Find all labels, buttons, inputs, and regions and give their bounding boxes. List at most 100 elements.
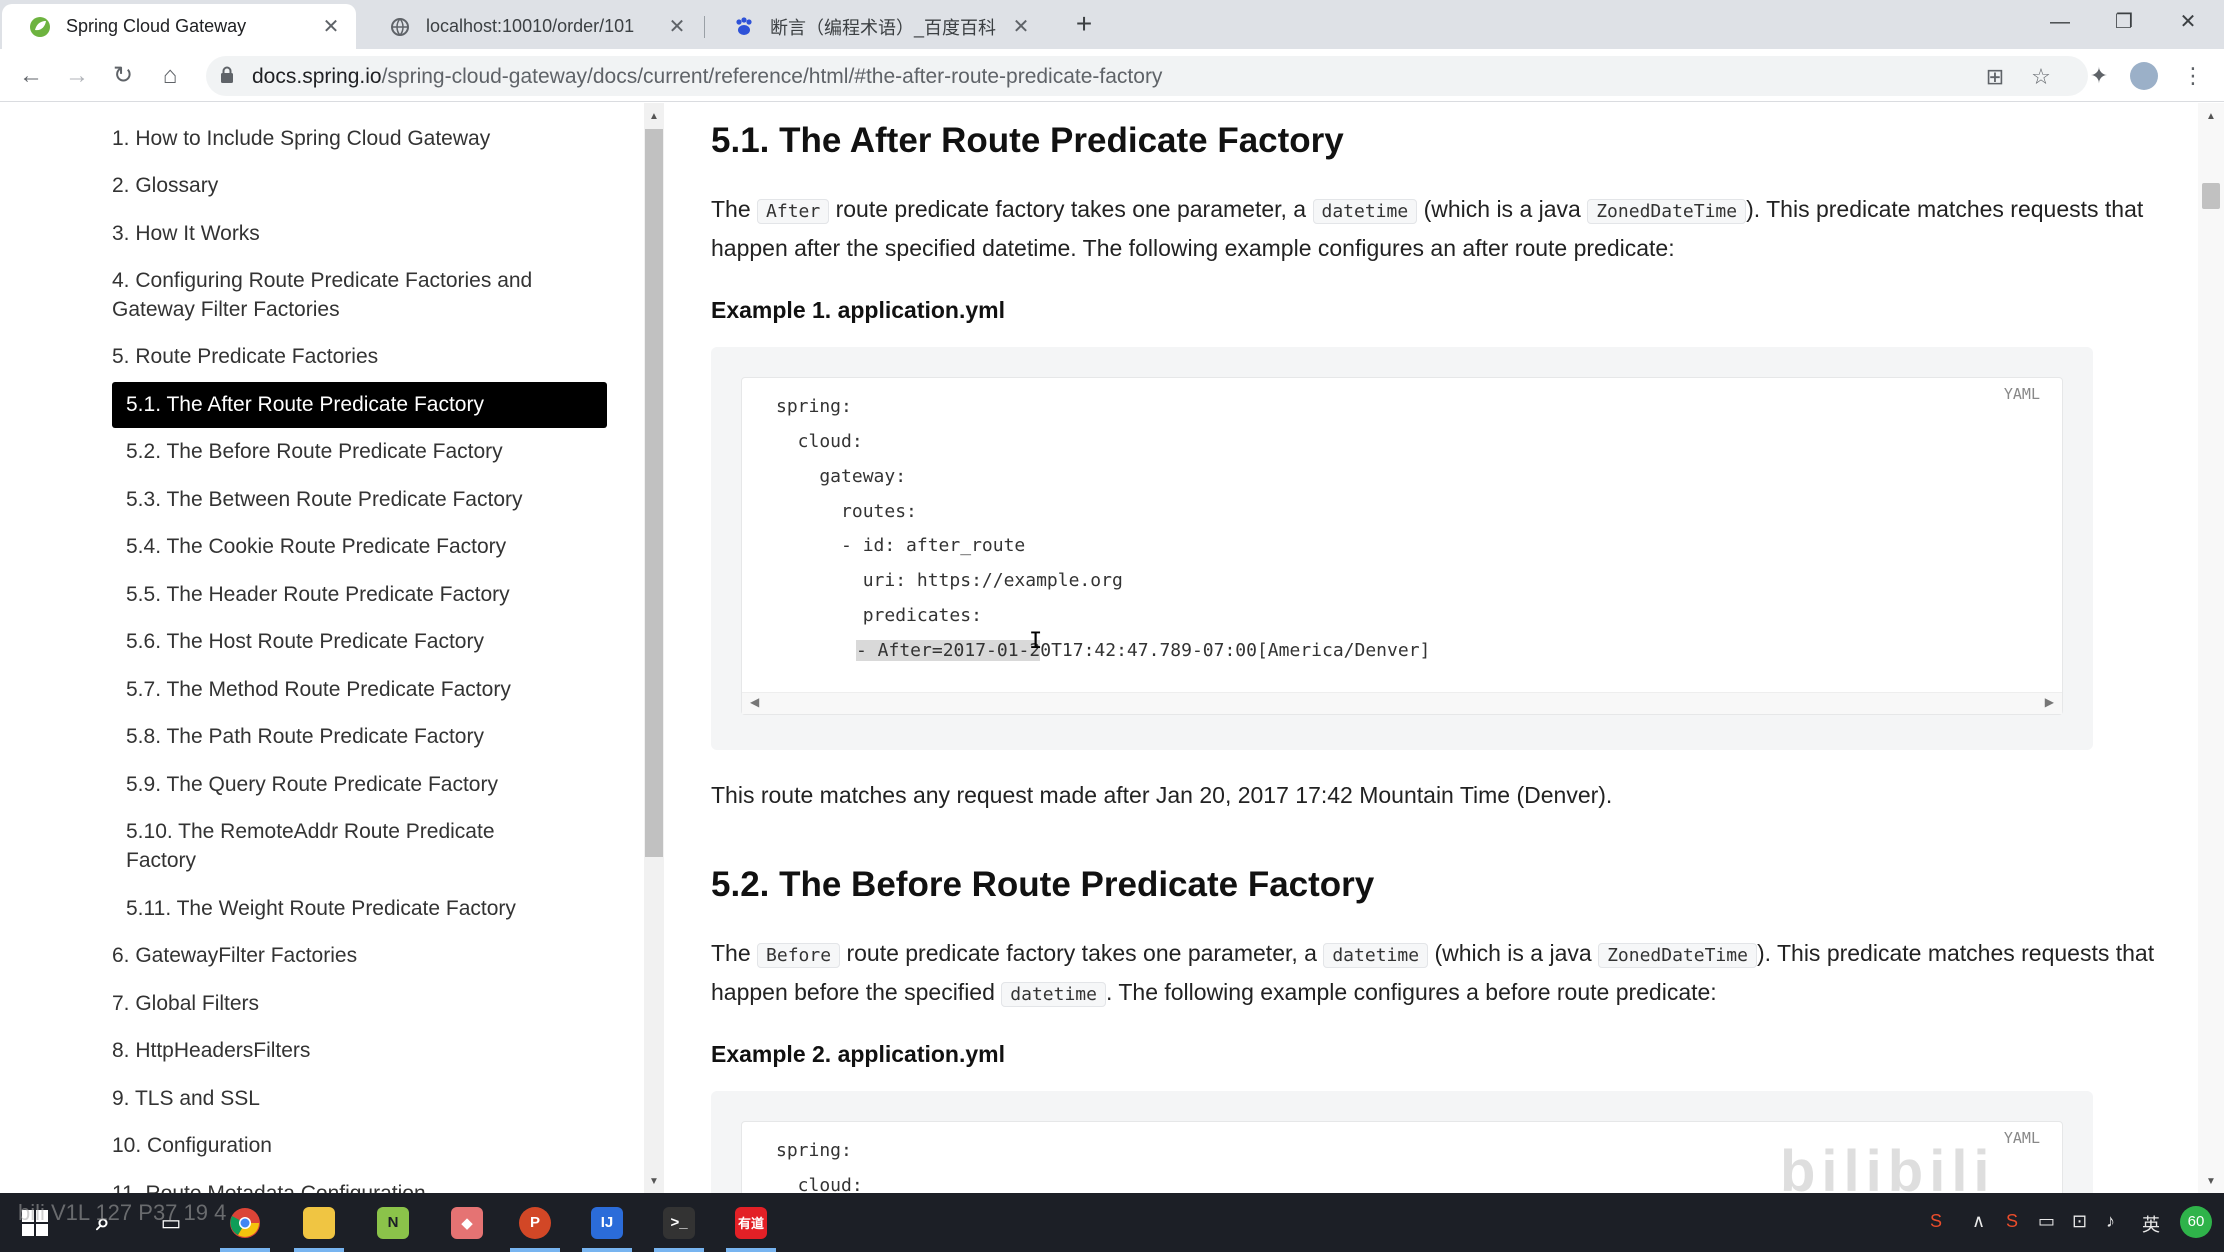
url-host: docs.spring.io	[252, 65, 382, 88]
toc-item[interactable]: 8. HttpHeadersFilters	[112, 1036, 310, 1065]
main-content: 5.1. The After Route Predicate Factory T…	[664, 103, 2198, 1193]
yaml-line: - id: after_route	[776, 535, 1026, 556]
powerpoint-icon[interactable]: P	[504, 1193, 566, 1252]
yaml-line: spring:	[776, 1140, 852, 1161]
bookmark-star-icon[interactable]: ☆	[2028, 64, 2054, 90]
text: The	[711, 940, 751, 966]
scroll-left-arrow-icon[interactable]: ◀	[750, 695, 759, 709]
back-icon[interactable]: ←	[14, 59, 48, 93]
yaml-line: spring:	[776, 396, 852, 417]
toc-item[interactable]: 11. Route Metadata Configuration	[112, 1179, 426, 1193]
notepad-plus-icon[interactable]: N	[362, 1193, 424, 1252]
battery-icon[interactable]: ▭	[2038, 1211, 2055, 1232]
yaml-line: uri: https://example.org	[776, 570, 1123, 591]
toc-item[interactable]: 5.10. The RemoteAddr Route Predicate Fac…	[126, 817, 495, 875]
toc-item-active[interactable]: 5.1. The After Route Predicate Factory	[112, 382, 607, 428]
yaml-line: cloud:	[776, 431, 863, 452]
minimize-button[interactable]: —	[2028, 0, 2092, 49]
tab-spring-cloud-gateway[interactable]: Spring Cloud Gateway ✕	[2, 4, 356, 49]
menu-kebab-icon[interactable]: ⋮	[2178, 61, 2208, 91]
code-block[interactable]: YAML spring: cloud: gateway: routes: - i…	[741, 377, 2063, 715]
close-window-button[interactable]: ✕	[2156, 0, 2220, 49]
yaml-line: routes:	[776, 501, 917, 522]
toc-item[interactable]: 1. How to Include Spring Cloud Gateway	[112, 124, 490, 153]
text: route predicate factory takes one parame…	[846, 940, 1317, 966]
code-listing: YAML spring: cloud: gateway: routes: - i…	[711, 347, 2093, 750]
text-selection: - After=2017-01-2	[856, 640, 1041, 661]
home-icon[interactable]: ⌂	[153, 59, 187, 93]
toc-item[interactable]: 5.4. The Cookie Route Predicate Factory	[126, 532, 506, 561]
toc-item[interactable]: 10. Configuration	[112, 1131, 272, 1160]
language-label: YAML	[2003, 1129, 2040, 1147]
tab-baidu-baike[interactable]: 断言（编程术语）_百度百科 ✕	[706, 4, 1046, 49]
toc-item[interactable]: 3. How It Works	[112, 219, 260, 248]
scroll-down-arrow-icon[interactable]: ▼	[2198, 1172, 2224, 1192]
scroll-down-arrow-icon[interactable]: ▼	[644, 1172, 664, 1192]
toc-item[interactable]: 5.5. The Header Route Predicate Factory	[126, 580, 510, 609]
close-tab-icon[interactable]: ✕	[320, 14, 342, 39]
sogou-tray-icon[interactable]: S	[2006, 1211, 2018, 1232]
intellij-icon[interactable]: IJ	[576, 1193, 638, 1252]
close-tab-icon[interactable]: ✕	[1010, 14, 1032, 39]
toc-item[interactable]: 6. GatewayFilter Factories	[112, 941, 357, 970]
reload-icon[interactable]: ↻	[106, 59, 140, 93]
scroll-right-arrow-icon[interactable]: ▶	[2045, 695, 2054, 709]
toc-item[interactable]: 7. Global Filters	[112, 989, 259, 1018]
toc-item[interactable]: 5.8. The Path Route Predicate Factory	[126, 722, 484, 751]
section-paragraph: The Before route predicate factory takes…	[711, 935, 2171, 1013]
sumatra-icon[interactable]: ◆	[436, 1193, 498, 1252]
inline-code: datetime	[1312, 199, 1418, 224]
toc-item[interactable]: 5. Route Predicate Factories	[112, 342, 378, 371]
toc-item[interactable]: 5.9. The Query Route Predicate Factory	[126, 770, 498, 799]
volume-icon[interactable]: ♪	[2106, 1211, 2115, 1232]
toc-item[interactable]: 4. Configuring Route Predicate Factories…	[112, 266, 532, 324]
toc-item[interactable]: 5.3. The Between Route Predicate Factory	[126, 485, 523, 514]
spring-leaf-icon	[28, 15, 52, 39]
file-explorer-icon[interactable]	[288, 1193, 350, 1252]
scroll-up-arrow-icon[interactable]: ▲	[2198, 107, 2224, 127]
ime-language-indicator[interactable]: 英	[2142, 1211, 2160, 1237]
toc-item[interactable]: 5.2. The Before Route Predicate Factory	[126, 437, 503, 466]
sidebar-scroll-thumb[interactable]	[645, 129, 663, 857]
tab-localhost-order[interactable]: localhost:10010/order/101 ✕	[362, 4, 702, 49]
section-heading: 5.1. The After Route Predicate Factory	[711, 121, 1344, 160]
toc-item[interactable]: 9. TLS and SSL	[112, 1084, 260, 1113]
toc-item-line1: 4. Configuring Route Predicate Factories…	[112, 269, 533, 292]
text: (which is a java	[1434, 940, 1592, 966]
inline-code: datetime	[1323, 943, 1429, 968]
tab-title: localhost:10010/order/101	[426, 16, 635, 36]
toc-item[interactable]: 5.11. The Weight Route Predicate Factory	[126, 894, 516, 923]
inline-code: After	[757, 199, 830, 224]
tray-expand-icon[interactable]: ∧	[1972, 1211, 1985, 1232]
terminal-icon[interactable]: >_	[648, 1193, 710, 1252]
tab-title: 断言（编程术语）_百度百科	[770, 17, 997, 38]
text-cursor-icon: I	[1029, 629, 1043, 654]
forward-icon[interactable]: →	[60, 59, 94, 93]
close-tab-icon[interactable]: ✕	[666, 14, 688, 39]
example-title: Example 2. application.yml	[711, 1041, 1005, 1067]
inline-code: ZonedDateTime	[1598, 943, 1757, 968]
toc-item-line1: 5.10. The RemoteAddr Route Predicate	[126, 820, 495, 843]
youdao-icon[interactable]: 有道	[720, 1193, 782, 1252]
text: route predicate factory takes one parame…	[835, 196, 1307, 222]
toc-item[interactable]: 2. Glossary	[112, 171, 218, 200]
scroll-up-arrow-icon[interactable]: ▲	[644, 107, 664, 127]
toc-item[interactable]: 5.7. The Method Route Predicate Factory	[126, 675, 511, 704]
notification-badge[interactable]: 60	[2180, 1206, 2212, 1238]
extensions-icon[interactable]: ✦	[2084, 61, 2114, 91]
sogou-ime-icon[interactable]: S	[1930, 1211, 1942, 1232]
section-paragraph: This route matches any request made afte…	[711, 782, 1613, 808]
baidu-paw-icon	[732, 15, 756, 39]
new-tab-button[interactable]: +	[1068, 8, 1100, 40]
url-text[interactable]: docs.spring.io/spring-cloud-gateway/docs…	[252, 65, 1162, 89]
code-hscrollbar[interactable]: ◀ ▶	[742, 692, 2062, 714]
restore-button[interactable]: ❐	[2092, 0, 2156, 49]
network-icon[interactable]: ⊡	[2072, 1211, 2087, 1232]
address-bar[interactable]: docs.spring.io/spring-cloud-gateway/docs…	[206, 56, 2088, 96]
page-scrollbar[interactable]	[2198, 103, 2224, 1193]
profile-avatar[interactable]	[2130, 62, 2158, 90]
translate-icon[interactable]: ⊞	[1982, 64, 2008, 90]
browser-toolbar: ← → ↻ ⌂ docs.spring.io/spring-cloud-gate…	[0, 49, 2224, 102]
toc-item[interactable]: 5.6. The Host Route Predicate Factory	[126, 627, 484, 656]
page-scroll-thumb[interactable]	[2202, 183, 2220, 209]
